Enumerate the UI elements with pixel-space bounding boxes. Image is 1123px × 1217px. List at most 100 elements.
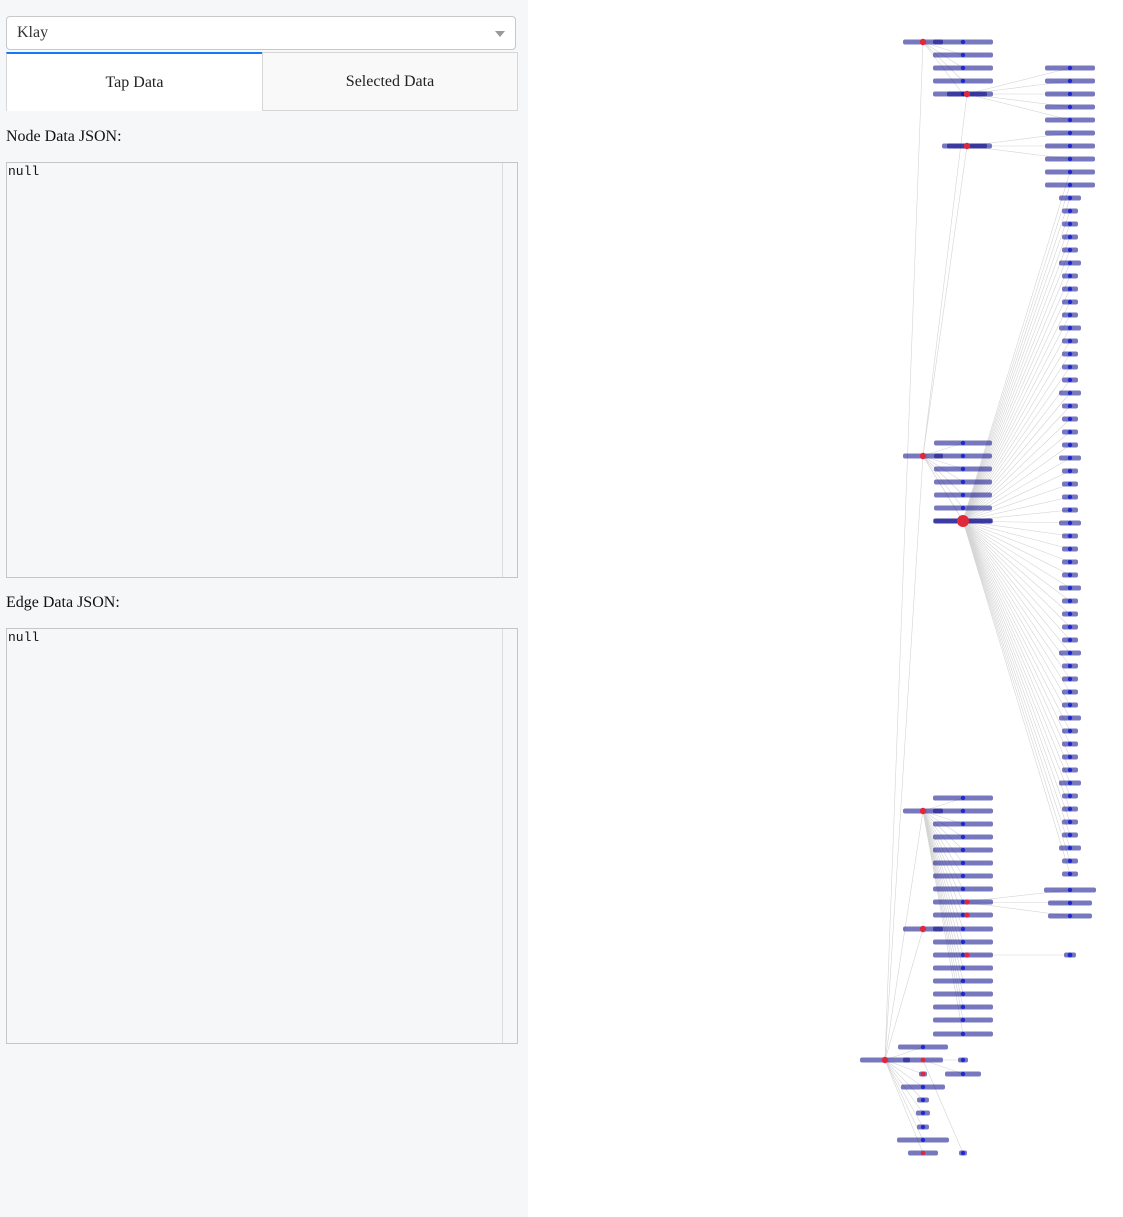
graph-node[interactable]	[1045, 169, 1095, 175]
graph-node[interactable]	[934, 479, 992, 485]
graph-node[interactable]	[898, 1044, 948, 1050]
graph-node[interactable]	[1062, 273, 1078, 279]
graph-node[interactable]	[1062, 858, 1078, 864]
graph-node[interactable]	[1048, 913, 1092, 919]
graph-node[interactable]	[1062, 663, 1078, 669]
graph-node[interactable]	[933, 515, 993, 527]
graph-node[interactable]	[1059, 715, 1081, 721]
graph-node[interactable]	[1059, 260, 1081, 266]
graph-node[interactable]	[933, 65, 993, 71]
graph-node[interactable]	[1062, 481, 1078, 487]
graph-node[interactable]	[933, 821, 993, 827]
graph-node[interactable]	[933, 939, 993, 945]
graph-node[interactable]	[964, 912, 970, 918]
graph-node[interactable]	[860, 1056, 910, 1064]
network-graph-canvas[interactable]	[528, 0, 1123, 1217]
graph-node[interactable]	[1059, 780, 1081, 786]
graph-node[interactable]	[1045, 156, 1095, 162]
graph-node[interactable]	[916, 1110, 930, 1116]
graph-node[interactable]	[964, 91, 970, 97]
graph-node[interactable]	[1062, 468, 1078, 474]
graph-node[interactable]	[1062, 403, 1078, 409]
graph-node[interactable]	[903, 38, 943, 46]
graph-node[interactable]	[1062, 208, 1078, 214]
graph-node[interactable]	[934, 440, 992, 446]
graph-node[interactable]	[1045, 104, 1095, 110]
graph-node[interactable]	[1062, 299, 1078, 305]
graph-node[interactable]	[1062, 624, 1078, 630]
graph-node[interactable]	[945, 1071, 981, 1077]
graph-node[interactable]	[933, 873, 993, 879]
edge-data-textarea[interactable]: null	[6, 628, 518, 1044]
graph-node[interactable]	[933, 52, 993, 58]
graph-node[interactable]	[1062, 806, 1078, 812]
graph-node[interactable]	[901, 1084, 945, 1090]
graph-node[interactable]	[1062, 494, 1078, 500]
graph-node[interactable]	[1062, 416, 1078, 422]
graph-node[interactable]	[934, 492, 992, 498]
graph-node[interactable]	[1059, 455, 1081, 461]
tab-selected-data[interactable]: Selected Data	[262, 52, 518, 111]
graph-node[interactable]	[933, 860, 993, 866]
node-data-scrollbar[interactable]	[502, 163, 517, 577]
graph-node[interactable]	[933, 847, 993, 853]
graph-node[interactable]	[1045, 117, 1095, 123]
graph-node[interactable]	[1045, 65, 1095, 71]
graph-node[interactable]	[933, 978, 993, 984]
graph-node[interactable]	[1059, 390, 1081, 396]
graph-node[interactable]	[964, 952, 970, 958]
graph-node[interactable]	[933, 952, 993, 958]
graph-node[interactable]	[1062, 611, 1078, 617]
graph-node[interactable]	[917, 1097, 929, 1103]
graph-node[interactable]	[1048, 900, 1092, 906]
graph-node[interactable]	[1045, 143, 1095, 149]
graph-node[interactable]	[933, 991, 993, 997]
graph-node[interactable]	[917, 1124, 929, 1130]
graph-node[interactable]	[920, 1071, 926, 1077]
graph-node[interactable]	[958, 1057, 968, 1063]
graph-node[interactable]	[903, 807, 943, 815]
graph-node[interactable]	[1059, 845, 1081, 851]
graph-node[interactable]	[1062, 338, 1078, 344]
graph-node[interactable]	[1062, 702, 1078, 708]
graph-node[interactable]	[1062, 312, 1078, 318]
graph-node[interactable]	[897, 1137, 949, 1143]
graph-node[interactable]	[1059, 520, 1081, 526]
graph-node[interactable]	[933, 899, 993, 905]
graph-node[interactable]	[1062, 637, 1078, 643]
graph-node[interactable]	[1064, 952, 1076, 958]
graph-node[interactable]	[933, 795, 993, 801]
graph-node[interactable]	[933, 78, 993, 84]
graph-node[interactable]	[1062, 429, 1078, 435]
graph-node[interactable]	[933, 886, 993, 892]
graph-node[interactable]	[933, 1017, 993, 1023]
graph-node[interactable]	[1059, 650, 1081, 656]
graph-node[interactable]	[1062, 442, 1078, 448]
graph-node[interactable]	[1062, 533, 1078, 539]
graph-node[interactable]	[1062, 793, 1078, 799]
graph-node[interactable]	[933, 834, 993, 840]
graph-node[interactable]	[1059, 585, 1081, 591]
graph-node[interactable]	[1062, 364, 1078, 370]
graph-node[interactable]	[1062, 676, 1078, 682]
graph-node[interactable]	[1062, 832, 1078, 838]
graph-node[interactable]	[1062, 286, 1078, 292]
graph-node[interactable]	[1062, 546, 1078, 552]
graph-node[interactable]	[1062, 871, 1078, 877]
graph-node[interactable]	[1059, 325, 1081, 331]
edge-data-scrollbar[interactable]	[502, 629, 517, 1043]
graph-node[interactable]	[933, 912, 993, 918]
graph-node[interactable]	[1044, 887, 1096, 893]
graph-node[interactable]	[1062, 598, 1078, 604]
graph-node[interactable]	[1062, 221, 1078, 227]
graph-node[interactable]	[903, 452, 943, 460]
graph-node[interactable]	[959, 1150, 967, 1156]
graph-node[interactable]	[933, 1031, 993, 1037]
graph-node[interactable]	[1062, 572, 1078, 578]
graph-node[interactable]	[1062, 351, 1078, 357]
tab-tap-data[interactable]: Tap Data	[6, 52, 262, 111]
graph-node[interactable]	[1062, 689, 1078, 695]
graph-node[interactable]	[933, 965, 993, 971]
graph-node[interactable]	[1062, 741, 1078, 747]
graph-node[interactable]	[1062, 234, 1078, 240]
